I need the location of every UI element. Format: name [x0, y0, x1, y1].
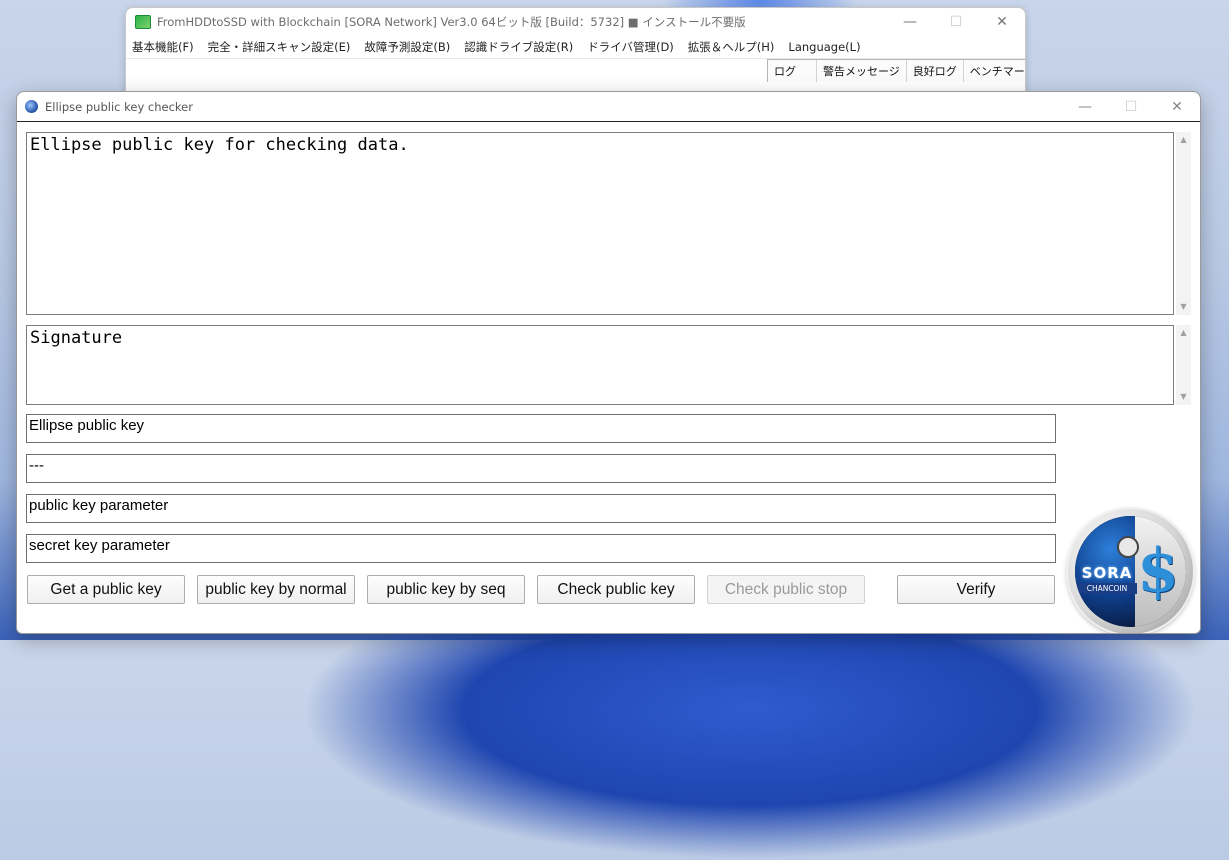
separator-field[interactable]: ---: [26, 454, 1056, 483]
check-public-key-button[interactable]: Check public key: [537, 575, 695, 604]
close-button[interactable]: ✕: [979, 8, 1025, 36]
scroll-up-arrow-icon[interactable]: ▲: [1176, 134, 1191, 146]
public-key-field[interactable]: Ellipse public key: [26, 414, 1056, 443]
menu-failure-prediction[interactable]: 故障予測設定(B): [364, 39, 450, 55]
verify-button[interactable]: Verify: [897, 575, 1055, 604]
background-window-controls: — ☐ ✕: [887, 8, 1025, 36]
dialog-maximize-button[interactable]: ☐: [1108, 92, 1154, 121]
data-memo-scrollbar[interactable]: ▲ ▼: [1176, 132, 1191, 315]
public-key-parameter-field[interactable]: public key parameter: [26, 494, 1056, 523]
public-key-by-seq-button[interactable]: public key by seq: [367, 575, 525, 604]
check-public-stop-button[interactable]: Check public stop: [707, 575, 865, 604]
tab-log[interactable]: ログ: [768, 60, 817, 82]
menu-drive-settings[interactable]: 認識ドライブ設定(R): [464, 39, 573, 55]
logo-text-main: SORA: [1081, 564, 1133, 582]
public-key-by-normal-button[interactable]: public key by normal: [197, 575, 355, 604]
dialog-titlebar[interactable]: Ellipse public key checker — ☐ ✕: [17, 92, 1200, 122]
get-public-key-button[interactable]: Get a public key: [27, 575, 185, 604]
background-menubar: 基本機能(F) 完全・詳細スキャン設定(E) 故障予測設定(B) 認識ドライブ設…: [126, 36, 1025, 59]
scroll-down-arrow-icon[interactable]: ▼: [1176, 301, 1191, 313]
logo-inner: SORA CHANCOIN $: [1075, 516, 1186, 627]
background-titlebar[interactable]: FromHDDtoSSD with Blockchain [SORA Netwo…: [126, 8, 1025, 36]
signature-memo[interactable]: Signature: [26, 325, 1174, 405]
sora-dialog-icon: [25, 100, 38, 113]
menu-scan-settings[interactable]: 完全・詳細スキャン設定(E): [208, 39, 351, 55]
signature-memo-scrollbar[interactable]: ▲ ▼: [1176, 325, 1191, 405]
dollar-icon: $: [1137, 536, 1179, 606]
menu-extension-help[interactable]: 拡張＆ヘルプ(H): [688, 39, 775, 55]
maximize-button[interactable]: ☐: [933, 8, 979, 36]
secret-key-parameter-field[interactable]: secret key parameter: [26, 534, 1056, 563]
ellipse-key-checker-dialog[interactable]: Ellipse public key checker — ☐ ✕ Ellipse…: [16, 91, 1201, 634]
menu-basic[interactable]: 基本機能(F): [132, 39, 194, 55]
menu-language[interactable]: Language(L): [788, 40, 860, 54]
logo-text-sub: CHANCOIN: [1077, 583, 1137, 594]
tab-warning-messages[interactable]: 警告メッセージ: [817, 60, 907, 82]
menu-driver-management[interactable]: ドライバ管理(D): [587, 39, 674, 55]
scroll-up-arrow-icon[interactable]: ▲: [1176, 327, 1191, 339]
dialog-minimize-button[interactable]: —: [1062, 92, 1108, 121]
tab-good-log[interactable]: 良好ログ: [907, 60, 964, 82]
minimize-button[interactable]: —: [887, 8, 933, 36]
dialog-title: Ellipse public key checker: [45, 99, 193, 114]
app-icon: [135, 15, 151, 29]
dialog-window-controls: — ☐ ✕: [1062, 92, 1200, 121]
tab-benchmark[interactable]: ベンチマーク: [964, 60, 1025, 82]
sora-chancoin-logo: SORA CHANCOIN $: [1068, 509, 1193, 633]
dialog-close-button[interactable]: ✕: [1154, 92, 1200, 121]
data-memo[interactable]: Ellipse public key for checking data.: [26, 132, 1174, 315]
scroll-down-arrow-icon[interactable]: ▼: [1176, 391, 1191, 403]
background-tabs: ログ 警告メッセージ 良好ログ ベンチマーク: [767, 59, 1025, 82]
background-window-title: FromHDDtoSSD with Blockchain [SORA Netwo…: [157, 15, 746, 29]
